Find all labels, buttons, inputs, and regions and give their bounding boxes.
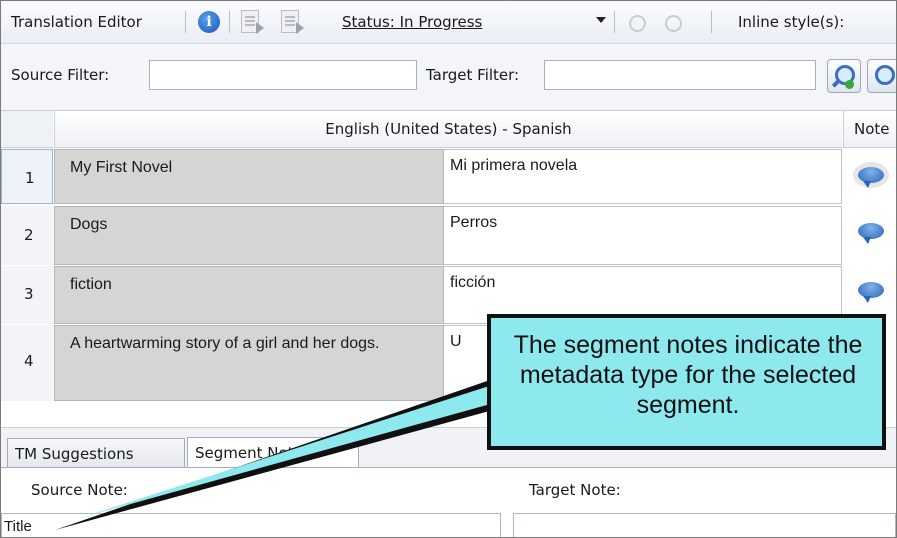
clear-filter-button[interactable] (867, 59, 896, 93)
note-icon[interactable] (858, 167, 884, 188)
status-dropdown[interactable]: Status: In Progress (342, 13, 482, 31)
toolbar-separator (711, 11, 712, 33)
toggle-tags-icon[interactable] (665, 15, 682, 32)
note-icon[interactable] (858, 282, 884, 303)
search-icon (875, 65, 895, 85)
target-segment[interactable]: Perros (444, 206, 842, 265)
row-number-header (1, 111, 53, 148)
row-number: 4 (1, 325, 53, 401)
target-filter-input[interactable] (544, 60, 816, 90)
filter-search-button[interactable] (827, 59, 861, 93)
language-pair-header: English (United States) - Spanish (54, 111, 842, 148)
note-cell[interactable] (843, 266, 896, 324)
source-filter-input[interactable] (149, 60, 417, 90)
table-row[interactable]: 2 Dogs Perros (1, 206, 896, 265)
source-note-label: Source Note: (31, 481, 128, 499)
editor-title: Translation Editor (11, 13, 142, 31)
source-segment: Dogs (54, 206, 444, 265)
filter-bar: Source Filter: Target Filter: (1, 44, 896, 111)
target-filter-label: Target Filter: (426, 66, 520, 84)
translation-editor-window: Translation Editor i Status: In Progress… (0, 0, 897, 538)
callout-text: The segment notes indicate the metadata … (513, 331, 863, 419)
table-row[interactable]: 1 My First Novel Mi primera novela (1, 149, 896, 204)
source-note-field[interactable]: Title (1, 513, 501, 537)
lower-tab-strip: TM Suggestions Segment Notes (1, 427, 896, 468)
tab-segment-notes[interactable]: Segment Notes (187, 437, 359, 468)
target-segment[interactable]: Mi primera novela (444, 149, 842, 204)
target-note-field[interactable] (513, 513, 896, 537)
toolbar-separator (229, 11, 230, 33)
toolbar-separator (185, 11, 186, 33)
chevron-down-icon[interactable] (596, 17, 606, 23)
tab-tm-suggestions[interactable]: TM Suggestions (7, 438, 185, 468)
document-import-icon[interactable] (281, 10, 304, 34)
note-cell[interactable] (843, 149, 896, 204)
target-segment[interactable]: ficción (444, 266, 842, 324)
note-cell[interactable] (843, 206, 896, 265)
table-row[interactable]: 3 fiction ficción (1, 266, 896, 324)
segment-notes-panel: Source Note: Target Note: Title (1, 467, 896, 537)
source-segment: My First Novel (54, 149, 444, 204)
note-icon[interactable] (858, 223, 884, 244)
source-segment: fiction (54, 266, 444, 324)
source-filter-label: Source Filter: (11, 66, 110, 84)
toolbar-separator (614, 11, 615, 33)
row-number: 1 (1, 149, 53, 204)
document-export-icon[interactable] (241, 10, 264, 34)
source-segment: A heartwarming story of a girl and her d… (54, 325, 444, 401)
row-number: 3 (1, 266, 53, 324)
notes-column-header: Note (843, 111, 896, 148)
toggle-tags-icon[interactable] (629, 15, 646, 32)
info-icon[interactable]: i (198, 11, 220, 33)
row-number: 2 (1, 206, 53, 265)
target-note-label: Target Note: (529, 481, 621, 499)
inline-style-label: Inline style(s): (738, 13, 845, 31)
toolbar: Translation Editor i Status: In Progress… (1, 1, 896, 44)
